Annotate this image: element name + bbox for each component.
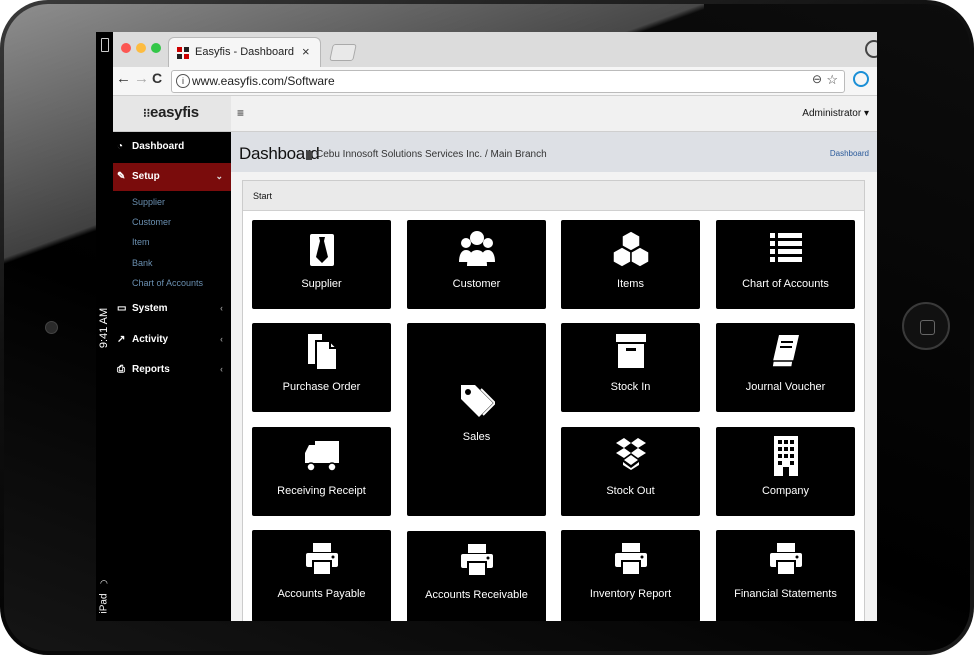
book-icon xyxy=(716,334,855,368)
close-window-button[interactable] xyxy=(121,43,131,53)
easyfis-app: ⁝⁝easyfis ◔ Dashboard ✎ Setup ⌄ Supplier… xyxy=(113,96,877,621)
submenu-bank[interactable]: Bank xyxy=(132,258,153,268)
tile-receiving-receipt[interactable]: Receiving Receipt xyxy=(252,427,391,516)
chevron-left-icon: ‹ xyxy=(220,364,223,374)
tile-stock-out[interactable]: Stock Out xyxy=(561,427,700,516)
tile-inventory-report[interactable]: Inventory Report xyxy=(561,530,700,621)
submenu-customer[interactable]: Customer xyxy=(132,217,171,227)
tile-purchase-order[interactable]: Purchase Order xyxy=(252,323,391,412)
print-icon: ⎙ xyxy=(117,364,125,375)
top-header: ≡ Administrator ▾ xyxy=(231,96,877,132)
desktop-icon: ▭ xyxy=(117,303,127,314)
browser-menu-icon[interactable]: ⋮ xyxy=(875,70,877,86)
camera-icon xyxy=(45,321,58,334)
submenu-chart-of-accounts[interactable]: Chart of Accounts xyxy=(132,278,203,288)
archive-icon xyxy=(561,334,700,368)
bookmark-star-icon[interactable]: ☆ xyxy=(826,72,838,88)
breadcrumb-link[interactable]: Dashboard xyxy=(830,149,869,158)
new-tab-button[interactable] xyxy=(329,44,357,61)
browser-toolbar: ← → C i www.easyfis.com/Software ⊖ ☆ ⋮ xyxy=(113,67,877,96)
screen: 9:41 AM ◠ iPad Easyfis - Dashboard × ← →… xyxy=(96,32,877,621)
print-icon xyxy=(716,543,855,575)
submenu-supplier[interactable]: Supplier xyxy=(132,197,165,207)
page-header: Dashboard Cebu Innosoft Solutions Servic… xyxy=(231,132,877,172)
tab-title: Easyfis - Dashboard xyxy=(195,46,295,58)
home-square-icon xyxy=(920,320,935,335)
tile-financial-statements[interactable]: Financial Statements xyxy=(716,530,855,621)
address-bar[interactable]: i www.easyfis.com/Software ⊖ ☆ xyxy=(171,70,845,93)
ios-status-bar: 9:41 AM ◠ iPad xyxy=(96,32,113,621)
necktie-icon xyxy=(252,233,391,267)
tile-items[interactable]: Items xyxy=(561,220,700,309)
chevron-left-icon: ‹ xyxy=(220,334,223,344)
browser-tab[interactable]: Easyfis - Dashboard × xyxy=(168,37,321,69)
list-icon xyxy=(716,232,855,264)
forward-button[interactable]: → xyxy=(134,70,149,87)
profile-icon[interactable] xyxy=(865,40,877,58)
chevron-left-icon: ‹ xyxy=(220,303,223,313)
home-button[interactable] xyxy=(902,302,950,350)
url-text[interactable]: www.easyfis.com/Software xyxy=(192,74,335,88)
tile-accounts-payable[interactable]: Accounts Payable xyxy=(252,530,391,621)
tile-customer[interactable]: Customer xyxy=(407,220,546,309)
cubes-icon xyxy=(561,230,700,268)
edit-icon: ✎ xyxy=(117,171,126,182)
device-label: iPad xyxy=(98,593,110,614)
tab-close-button[interactable]: × xyxy=(302,44,310,59)
minimize-window-button[interactable] xyxy=(136,43,146,53)
building-icon xyxy=(716,436,855,476)
tags-icon xyxy=(407,383,546,419)
tile-stock-in[interactable]: Stock In xyxy=(561,323,700,412)
favicon-icon xyxy=(177,47,189,59)
start-panel: Start Supplier Customer Items Chart of A… xyxy=(242,180,865,621)
breadcrumb: Cebu Innosoft Solutions Services Inc. / … xyxy=(316,149,547,160)
sidebar-item-setup-active xyxy=(113,163,231,191)
extension-icon[interactable] xyxy=(853,71,869,87)
print-icon xyxy=(407,544,546,576)
tile-accounts-receivable[interactable]: Accounts Receivable xyxy=(407,531,546,621)
tile-journal-voucher[interactable]: Journal Voucher xyxy=(716,323,855,412)
browser-tab-bar: Easyfis - Dashboard × xyxy=(113,32,877,69)
tile-chart-of-accounts[interactable]: Chart of Accounts xyxy=(716,220,855,309)
status-time: 9:41 AM xyxy=(98,307,111,349)
building-small-icon xyxy=(306,151,312,160)
panel-title: Start xyxy=(253,191,273,201)
users-icon xyxy=(407,230,546,268)
tile-company[interactable]: Company xyxy=(716,427,855,516)
back-button[interactable]: ← xyxy=(116,70,131,87)
zoom-icon[interactable]: ⊖ xyxy=(812,72,822,86)
sidebar: ⁝⁝easyfis ◔ Dashboard ✎ Setup ⌄ Supplier… xyxy=(113,96,231,621)
panel-header: Start xyxy=(243,181,864,211)
print-icon xyxy=(252,543,391,575)
dropbox-icon xyxy=(561,438,700,470)
files-icon xyxy=(252,333,391,371)
chevron-down-icon: ⌄ xyxy=(215,171,223,181)
battery-icon xyxy=(101,38,109,52)
ipad-frame: 9:41 AM ◠ iPad Easyfis - Dashboard × ← →… xyxy=(0,0,974,655)
dashboard-icon: ◔ xyxy=(117,141,124,152)
tile-supplier[interactable]: Supplier xyxy=(252,220,391,309)
hamburger-menu-icon[interactable]: ≡ xyxy=(237,106,244,120)
chart-icon: ↗ xyxy=(117,334,126,345)
truck-icon xyxy=(252,441,391,473)
brand-name: ⁝⁝easyfis xyxy=(143,104,199,121)
maximize-window-button[interactable] xyxy=(151,43,161,53)
tile-sales[interactable]: Sales xyxy=(407,323,546,516)
info-icon[interactable]: i xyxy=(176,74,190,88)
wifi-icon: ◠ xyxy=(100,578,108,588)
user-menu[interactable]: Administrator ▾ xyxy=(802,108,869,119)
brand-logo[interactable]: ⁝⁝easyfis xyxy=(113,96,231,132)
print-icon xyxy=(561,543,700,575)
submenu-item[interactable]: Item xyxy=(132,237,150,247)
reload-button[interactable]: C xyxy=(152,70,162,86)
